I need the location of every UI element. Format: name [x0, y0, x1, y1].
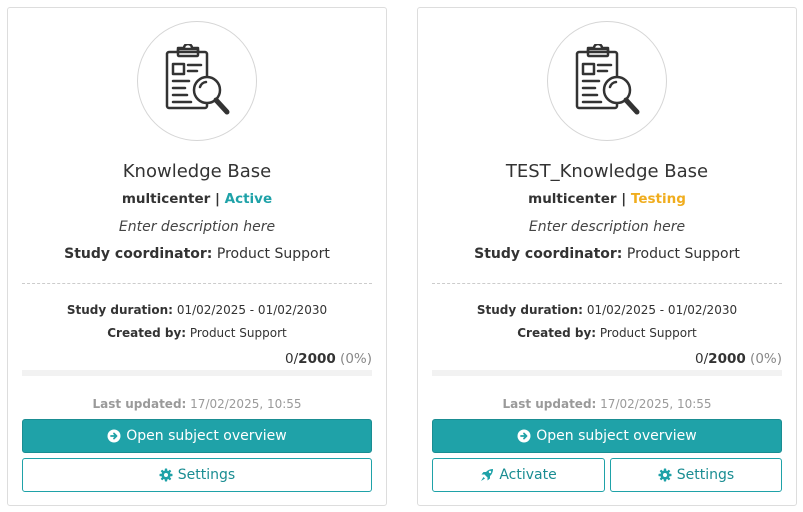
study-created-by: Created by: Product Support — [418, 326, 796, 340]
open-subject-overview-button[interactable]: Open subject overview — [22, 419, 372, 453]
study-title: TEST_Knowledge Base — [505, 161, 709, 182]
progress-bar — [22, 370, 372, 376]
coordinator-value: Product Support — [216, 246, 330, 262]
last-updated: Last updated: 17/02/2025, 10:55 — [8, 397, 386, 411]
study-meta: multicenter | Active — [8, 191, 386, 207]
meta-separator: | — [621, 191, 627, 207]
gear-icon — [658, 468, 672, 482]
settings-label: Settings — [676, 467, 735, 483]
clipboard-search-icon — [165, 44, 230, 115]
subject-count: 0/2000 (0%) — [285, 351, 372, 367]
settings-button[interactable]: Settings — [22, 458, 372, 492]
count-current: 0 — [285, 351, 294, 367]
updated-value: 17/02/2025, 10:55 — [600, 397, 712, 411]
progress-bar — [432, 370, 782, 376]
count-percent: (0%) — [750, 351, 782, 367]
open-subject-overview-button[interactable]: Open subject overview — [432, 419, 782, 453]
study-icon-circle — [547, 21, 667, 141]
updated-label: Last updated: — [92, 397, 187, 411]
count-percent: (0%) — [340, 351, 372, 367]
open-subject-overview-label: Open subject overview — [536, 428, 697, 444]
study-description: Enter description here — [118, 219, 276, 235]
last-updated: Last updated: 17/02/2025, 10:55 — [418, 397, 796, 411]
status-badge: Active — [224, 191, 273, 207]
open-subject-overview-label: Open subject overview — [126, 428, 287, 444]
duration-value: 01/02/2025 - 01/02/2030 — [176, 303, 328, 317]
status-badge: Testing — [630, 191, 686, 207]
divider — [432, 283, 782, 284]
study-coordinator: Study coordinator: Product Support — [418, 246, 796, 262]
clipboard-search-icon — [575, 44, 640, 115]
study-duration: Study duration: 01/02/2025 - 01/02/2030 — [418, 303, 796, 317]
coordinator-label: Study coordinator: — [64, 246, 213, 262]
gear-icon — [159, 468, 173, 482]
study-type: multicenter — [121, 191, 211, 207]
count-total: 2000 — [708, 351, 746, 367]
created-label: Created by: — [517, 326, 597, 340]
meta-separator: | — [215, 191, 220, 207]
study-title: Knowledge Base — [122, 161, 272, 182]
settings-label: Settings — [177, 467, 236, 483]
study-card-knowledge-base: Knowledge Base multicenter | Active Ente… — [7, 7, 387, 506]
created-value: Product Support — [189, 326, 287, 340]
duration-label: Study duration: — [476, 303, 583, 317]
activate-button[interactable]: Activate — [432, 458, 605, 492]
divider — [22, 283, 372, 284]
updated-label: Last updated: — [502, 397, 597, 411]
study-description: Enter description here — [528, 219, 686, 235]
coordinator-label: Study coordinator: — [474, 246, 623, 262]
study-card-test-knowledge-base: TEST_Knowledge Base multicenter | Testin… — [417, 7, 797, 506]
study-icon-circle — [137, 21, 257, 141]
activate-label: Activate — [499, 467, 557, 483]
study-coordinator: Study coordinator: Product Support — [8, 246, 386, 262]
settings-button[interactable]: Settings — [610, 458, 782, 492]
coordinator-value: Product Support — [626, 246, 740, 262]
study-created-by: Created by: Product Support — [8, 326, 386, 340]
study-type: multicenter — [528, 191, 617, 207]
count-current: 0 — [695, 351, 704, 367]
arrow-circle-right-icon — [107, 429, 121, 443]
updated-value: 17/02/2025, 10:55 — [190, 397, 302, 411]
study-duration: Study duration: 01/02/2025 - 01/02/2030 — [8, 303, 386, 317]
rocket-icon — [480, 468, 494, 482]
duration-label: Study duration: — [66, 303, 173, 317]
study-meta: multicenter | Testing — [418, 191, 796, 207]
created-label: Created by: — [107, 326, 187, 340]
subject-count: 0/2000 (0%) — [695, 351, 782, 367]
count-total: 2000 — [298, 351, 336, 367]
duration-value: 01/02/2025 - 01/02/2030 — [586, 303, 738, 317]
arrow-circle-right-icon — [517, 429, 531, 443]
created-value: Product Support — [599, 326, 697, 340]
